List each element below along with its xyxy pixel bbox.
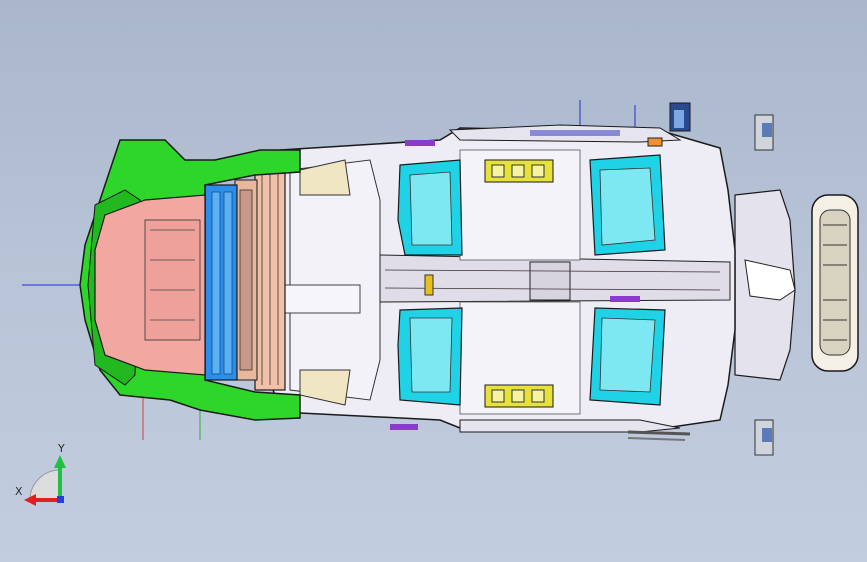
- firewall-module[interactable]: [234, 179, 258, 381]
- y-arrow-head: [54, 455, 66, 468]
- roof-rail-bottom[interactable]: [459, 419, 681, 433]
- accent-purple-bottom[interactable]: [390, 424, 418, 430]
- clip-bottom-right[interactable]: [754, 419, 774, 456]
- seat-rear-right[interactable]: [589, 307, 666, 406]
- seat-front-right[interactable]: [397, 307, 463, 406]
- seat-bracket-bottom[interactable]: [484, 384, 554, 408]
- rear-bumper[interactable]: [811, 194, 859, 372]
- y-axis-label: Y: [58, 442, 65, 455]
- seat-front-left[interactable]: [397, 159, 463, 256]
- z-axis-marker: [57, 496, 64, 503]
- tunnel-yellow-part[interactable]: [424, 274, 434, 296]
- dash-crossmember[interactable]: [254, 164, 286, 391]
- seat-rear-left[interactable]: [589, 154, 666, 256]
- accent-purple-top[interactable]: [405, 140, 435, 146]
- clip-top-right[interactable]: [754, 114, 774, 151]
- roof-rail-top[interactable]: [448, 124, 682, 143]
- accent-purple-center[interactable]: [610, 296, 640, 302]
- front-panel[interactable]: [94, 194, 206, 376]
- car-body-model[interactable]: [0, 0, 867, 562]
- rod-bottom[interactable]: [627, 430, 691, 441]
- seat-bracket-top[interactable]: [484, 159, 554, 183]
- x-axis-label: X: [15, 485, 23, 498]
- coordinate-triad[interactable]: [24, 455, 66, 506]
- accent-orange[interactable]: [647, 137, 663, 147]
- 3d-viewport[interactable]: X Y: [0, 0, 867, 562]
- bracket-top-right[interactable]: [669, 102, 691, 132]
- radiator[interactable]: [204, 184, 238, 381]
